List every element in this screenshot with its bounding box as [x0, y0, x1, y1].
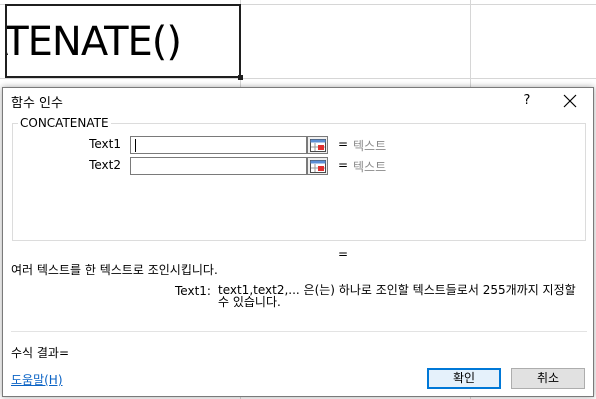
function-result-equals: = [338, 247, 349, 261]
formula-result: 수식 결과= [11, 346, 70, 360]
arg-input-text2[interactable] [130, 157, 307, 175]
active-cell[interactable]: ATENATE() [5, 4, 241, 78]
dialog-title: 함수 인수 [11, 96, 63, 111]
help-button[interactable]: ? [517, 90, 537, 112]
cancel-button[interactable]: 취소 [511, 368, 585, 389]
argument-description: text1,text2,... 은(는) 하나로 조인할 텍스트들로서 255개… [218, 283, 576, 309]
arg-hint-text1: 텍스트 [353, 139, 387, 153]
argument-description-name: Text1: [175, 284, 211, 298]
fill-handle[interactable] [238, 75, 243, 80]
close-button[interactable] [559, 90, 581, 112]
arg-equals-text2: = [338, 158, 349, 172]
arg-input-text1[interactable] [130, 136, 307, 154]
range-select-icon [310, 160, 326, 173]
arg-hint-text2: 텍스트 [353, 160, 387, 174]
arg-label-text1: Text1 [89, 137, 121, 151]
arg-equals-text1: = [338, 137, 349, 151]
range-select-icon [310, 139, 326, 152]
close-icon [563, 94, 577, 108]
function-name-label: CONCATENATE [18, 116, 111, 130]
ok-button[interactable]: 확인 [427, 368, 501, 389]
arg-label-text2: Text2 [89, 158, 121, 172]
function-arguments-dialog: 함수 인수 ? CONCATENATE Text1 = 텍스트 Text2 = … [2, 87, 594, 397]
text-caret [135, 139, 136, 152]
grid-line [0, 78, 596, 79]
range-select-button-text1[interactable] [307, 136, 328, 154]
dialog-titlebar[interactable]: 함수 인수 ? [3, 88, 593, 114]
cell-content: ATENATE() [5, 19, 182, 65]
function-description: 여러 텍스트를 한 텍스트로 조인시킵니다. [11, 263, 218, 277]
divider [11, 331, 587, 332]
range-select-button-text2[interactable] [307, 157, 328, 175]
help-link[interactable]: 도움말(H) [11, 371, 63, 388]
